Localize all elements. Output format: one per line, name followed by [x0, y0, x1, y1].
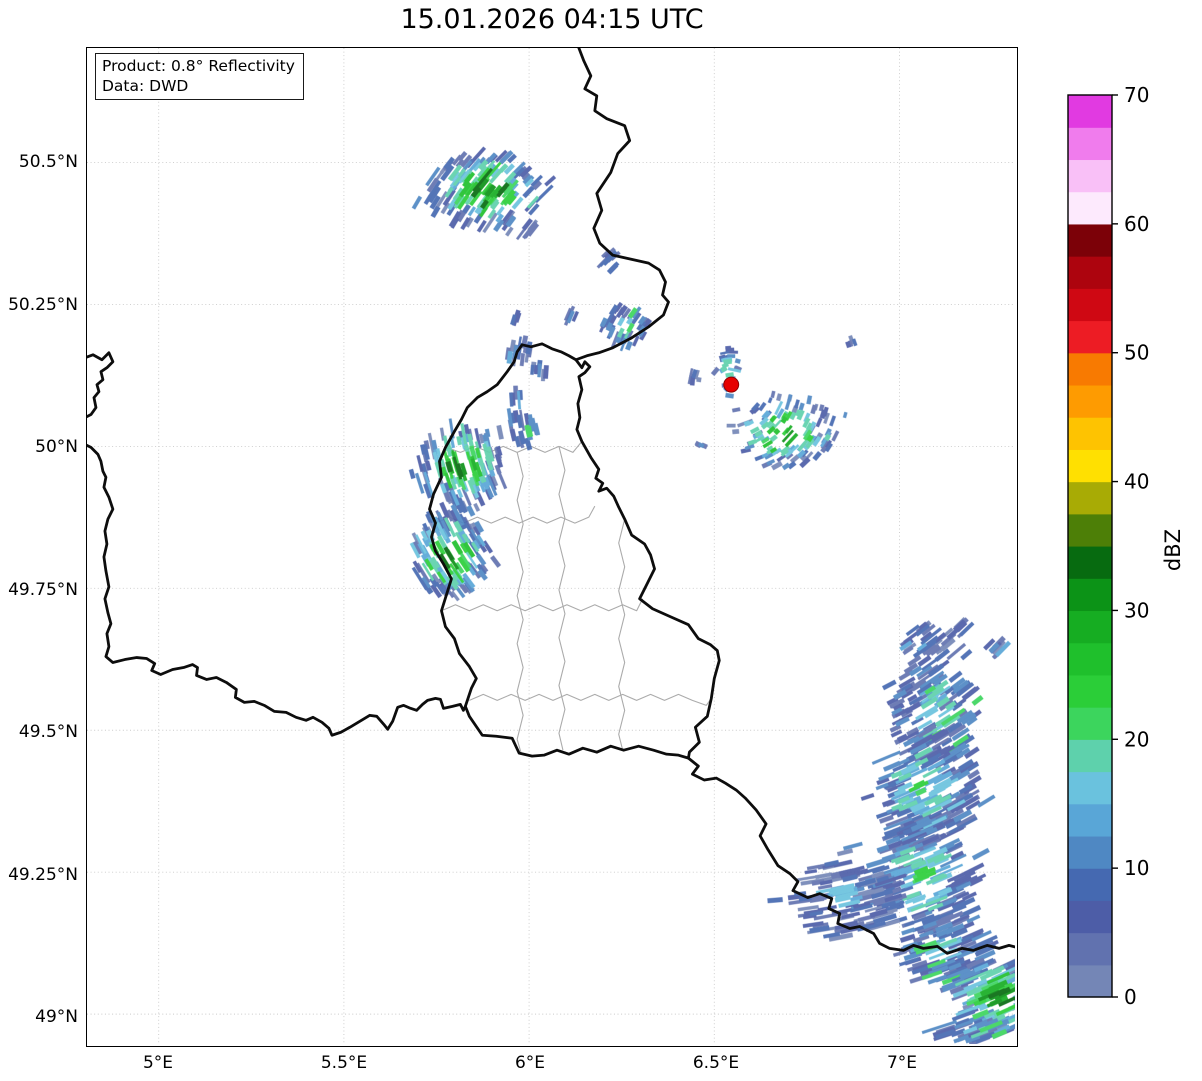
product-line: Product: 0.8° Reflectivity: [102, 57, 295, 75]
x-tick-label: 6°E: [514, 1053, 546, 1073]
map-canvas: [87, 48, 1015, 1044]
colorbar-tick-label: 50: [1124, 341, 1149, 365]
colorbar-axis-label: dBZ: [1161, 528, 1186, 572]
colorbar-tick-label: 0: [1124, 985, 1137, 1009]
belgium-france-border: [87, 443, 467, 737]
x-tick-label: 6.5°E: [692, 1053, 740, 1073]
colorbar-tick-label: 40: [1124, 470, 1149, 494]
y-tick-label: 49.25°N: [8, 864, 78, 885]
y-tick-label: 49°N: [35, 1007, 78, 1027]
product-annotation-box: Product: 0.8° Reflectivity Data: DWD: [95, 53, 304, 101]
x-tick-label: 7°E: [886, 1053, 918, 1073]
radar-site-marker: [723, 376, 740, 393]
plot-title: 15.01.2026 04:15 UTC: [400, 4, 704, 35]
figure: 15.01.2026 04:15 UTC Product: 0.8° Refle…: [0, 0, 1202, 1081]
y-tick-label: 49.5°N: [18, 722, 78, 742]
x-tick-label: 5°E: [142, 1053, 174, 1073]
y-tick-label: 50.5°N: [18, 152, 78, 172]
y-tick-label: 50°N: [35, 437, 78, 457]
y-tick-label: 50.25°N: [8, 294, 78, 315]
y-tick-label: 49.75°N: [8, 579, 78, 600]
map-plot-area: Product: 0.8° Reflectivity Data: DWD: [86, 47, 1018, 1047]
data-source-line: Data: DWD: [102, 77, 189, 96]
colorbar-tick-label: 10: [1124, 856, 1149, 880]
colorbar-tick-label: 70: [1124, 83, 1149, 107]
colorbar-tick-label: 20: [1124, 727, 1149, 751]
colorbar-tick-label: 30: [1124, 598, 1149, 622]
colorbar-tick-label: 60: [1124, 212, 1149, 236]
x-tick-label: 5.5°E: [320, 1053, 368, 1073]
belgium-france-border-loop: [87, 351, 115, 419]
